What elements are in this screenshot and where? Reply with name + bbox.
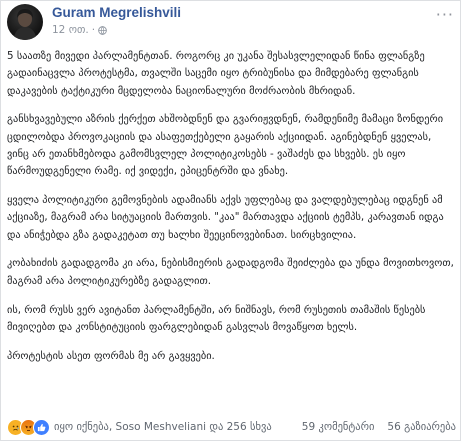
post-paragraph: ის, რომ რუსს ვერ ავიტანთ პარლამენტში, არ… xyxy=(7,303,426,333)
post-paragraph: ყველა პოლიტიკური გემოვნების ადამიანს აქვ… xyxy=(7,194,444,241)
avatar-photo-icon xyxy=(13,9,37,40)
post-meta: 12 ოთ. · xyxy=(52,24,107,36)
comments-count[interactable]: 59 კომენტარი xyxy=(302,421,375,433)
author-avatar[interactable] xyxy=(7,4,43,40)
post-card: Guram Megrelishvili 12 ოთ. · ··· 5 საათზ… xyxy=(0,0,461,441)
post-paragraph: 5 საათზე მივედი პარლამენტთან. როგორც კი … xyxy=(7,50,425,97)
post-body: 5 საათზე მივედი პარლამენტთან. როგორც კი … xyxy=(7,48,455,376)
reaction-icons[interactable] xyxy=(7,418,50,436)
reactions-summary[interactable]: იყო იქნება, Soso Meshveliani და 256 სხვა xyxy=(54,421,272,433)
more-options-icon[interactable]: ··· xyxy=(436,7,454,23)
shares-count[interactable]: 56 გაზიარება xyxy=(387,421,456,433)
post-header: Guram Megrelishvili 12 ოთ. · ··· xyxy=(7,4,456,40)
post-paragraph: კობახიძის გადადგომა კი არა, ნებისმიერის … xyxy=(7,257,454,287)
globe-icon xyxy=(98,25,107,35)
post-paragraph: განსხვავებული აზრის ქერქეთ ახშობდნენ და … xyxy=(7,113,444,178)
post-footer: იყო იქნება, Soso Meshveliani და 256 სხვა… xyxy=(7,417,456,437)
engagement-counts: 59 კომენტარი 56 გაზიარება xyxy=(302,421,456,433)
author-name[interactable]: Guram Megrelishvili xyxy=(52,5,181,20)
post-paragraph: პროტესტის ასეთ ფორმას მე არ გავყვები. xyxy=(7,349,215,362)
post-timestamp[interactable]: 12 ოთ. xyxy=(52,24,89,36)
like-thumb-icon xyxy=(33,418,50,436)
